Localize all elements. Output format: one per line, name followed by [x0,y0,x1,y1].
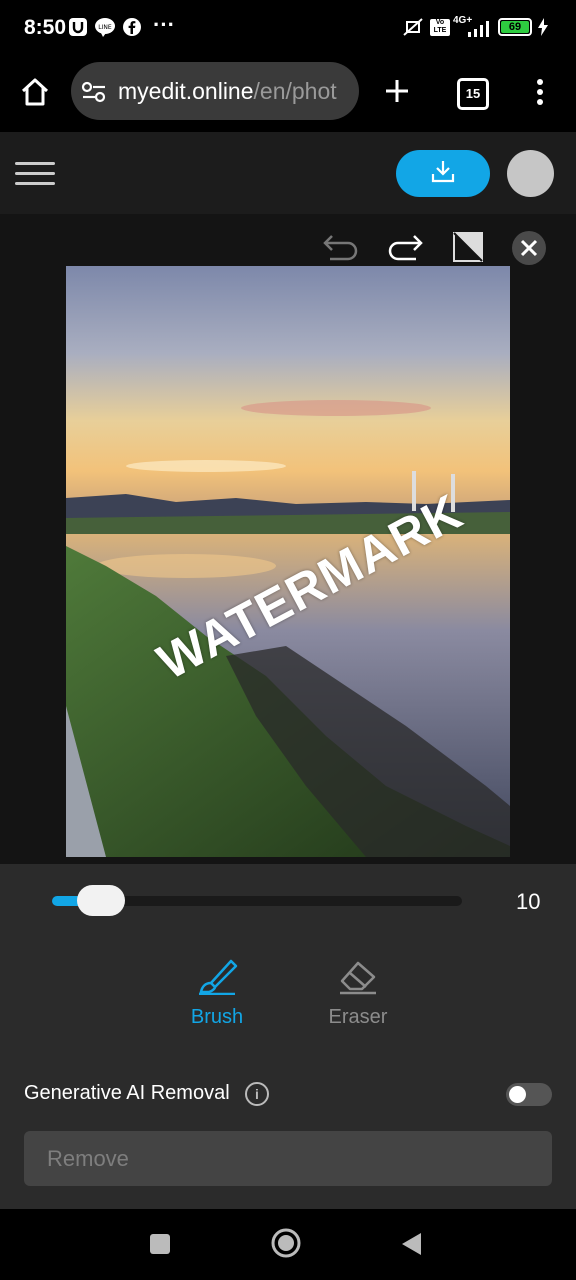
battery-icon: 69 [498,18,532,36]
brush-tool-label: Brush [190,1006,244,1028]
photo-image[interactable] [66,266,510,857]
brush-tool-button[interactable]: Brush [157,955,277,1029]
recents-icon[interactable] [149,1233,171,1260]
close-icon[interactable] [511,230,547,271]
svg-text:LINE: LINE [98,24,112,31]
redo-icon[interactable] [386,230,424,269]
back-icon[interactable] [399,1231,423,1262]
url-path: /en/phot [253,78,337,104]
new-tab-icon[interactable] [383,77,411,110]
download-button[interactable] [396,150,490,197]
status-bar: 8:50 LINE ··· Vo LTE 4G+ 69 [0,0,576,56]
info-icon[interactable]: i [245,1082,269,1106]
mute-icon [401,16,425,38]
url-text[interactable]: myedit.online/en/phot [118,78,350,105]
compare-icon[interactable] [452,230,486,269]
brush-size-slider-thumb[interactable] [77,885,125,916]
toggle-knob [509,1086,526,1103]
generative-ai-toggle[interactable] [506,1083,552,1106]
download-icon [429,157,457,190]
battery-level: 69 [501,21,529,33]
avatar[interactable] [507,150,554,197]
signal-icon [466,18,492,40]
tab-switcher-icon[interactable]: 15 [457,78,489,110]
home-nav-icon[interactable] [270,1227,302,1264]
remove-button[interactable]: Remove [24,1131,552,1186]
volte-badge: Vo LTE [430,19,450,36]
generative-ai-label: Generative AI Removal [24,1082,230,1104]
menu-icon[interactable] [15,160,55,193]
facebook-icon [122,16,142,38]
eraser-tool-button[interactable]: Eraser [298,955,418,1029]
url-host: myedit.online [118,78,254,104]
u-app-icon [68,16,88,38]
status-more: ··· [153,12,175,37]
charging-icon [536,16,550,38]
site-settings-icon[interactable] [81,80,107,109]
home-icon[interactable] [19,76,51,113]
undo-icon[interactable] [322,230,360,269]
brush-icon [195,959,239,999]
line-icon: LINE [94,16,116,38]
more-menu-icon[interactable] [533,78,547,111]
eraser-tool-label: Eraser [328,1006,388,1028]
eraser-icon [336,961,380,999]
status-time: 8:50 [24,16,67,39]
brush-size-value: 10 [516,889,541,914]
